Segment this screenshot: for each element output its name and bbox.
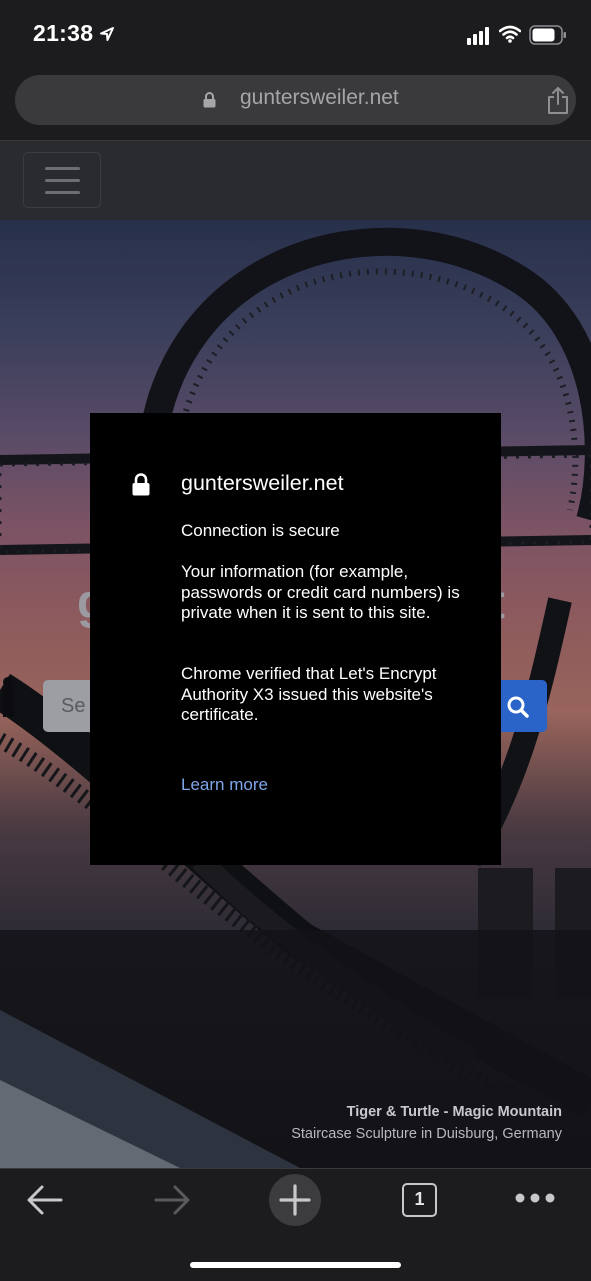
certificate-info-text: Chrome verified that Let's Encrypt Autho… (181, 664, 437, 724)
search-icon (507, 696, 529, 718)
location-arrow-icon (100, 27, 114, 41)
share-icon[interactable] (546, 85, 570, 115)
privacy-info-text: Your information (for example, passwords… (181, 562, 460, 622)
back-arrow-icon[interactable] (24, 1183, 66, 1217)
plus-icon (279, 1184, 311, 1216)
connection-status: Connection is secure (181, 521, 340, 540)
lock-icon (132, 473, 150, 496)
browser-toolbar: 1 (0, 1168, 591, 1281)
site-info-dialog: guntersweiler.net Connection is secure Y… (90, 413, 501, 865)
tab-count-icon[interactable]: 1 (402, 1183, 437, 1217)
home-indicator[interactable] (190, 1262, 401, 1268)
cellular-signal-icon (467, 27, 489, 45)
new-tab-button[interactable] (269, 1174, 321, 1226)
site-navbar (0, 141, 591, 220)
address-bar[interactable]: guntersweiler.net (15, 75, 576, 125)
forward-arrow-icon[interactable] (151, 1183, 193, 1217)
learn-more-link[interactable]: Learn more (181, 775, 268, 795)
status-time: 21:38 (33, 20, 94, 46)
url-text[interactable]: guntersweiler.net (240, 86, 399, 110)
dialog-domain: guntersweiler.net (181, 471, 344, 495)
battery-icon (529, 25, 566, 45)
more-dots-icon[interactable] (515, 1191, 555, 1205)
lock-icon (203, 92, 216, 108)
hero-caption-title: Tiger & Turtle - Magic Mountain (346, 1104, 562, 1120)
search-button[interactable] (499, 680, 547, 732)
wifi-icon (499, 25, 521, 43)
hamburger-menu-icon[interactable] (23, 152, 101, 208)
browser-address-area: guntersweiler.net (0, 70, 591, 141)
status-bar: 21:38 (0, 0, 591, 70)
hero-caption-subtitle: Staircase Sculpture in Duisburg, Germany (291, 1126, 562, 1142)
